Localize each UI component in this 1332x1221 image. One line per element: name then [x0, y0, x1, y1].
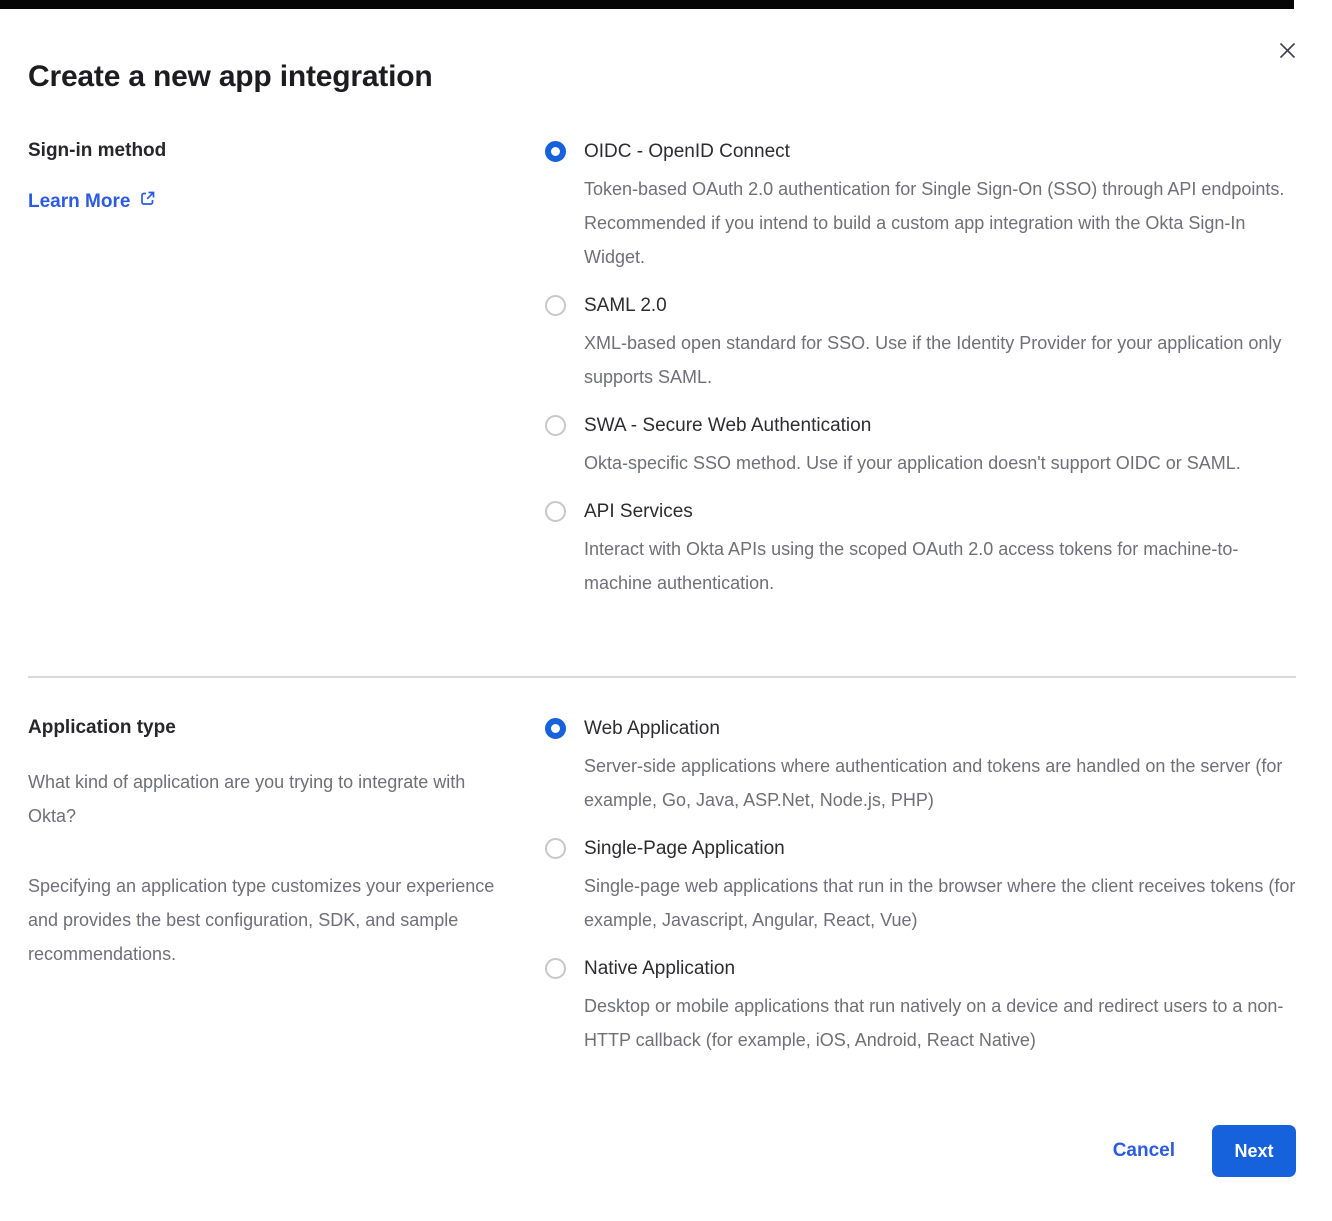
radio-unselected-icon[interactable]	[545, 295, 566, 316]
learn-more-link[interactable]: Learn More	[28, 190, 156, 213]
radio-option-swa[interactable]: SWA - Secure Web Authentication Okta-spe…	[545, 414, 1296, 480]
radio-option-description: Okta-specific SSO method. Use if your ap…	[584, 446, 1241, 480]
application-type-intro: What kind of application are you trying …	[28, 765, 506, 833]
radio-unselected-icon[interactable]	[545, 958, 566, 979]
radio-option-description: Desktop or mobile applications that run …	[584, 989, 1296, 1057]
radio-option-label[interactable]: SWA - Secure Web Authentication	[584, 414, 1241, 437]
radio-option-label[interactable]: Native Application	[584, 957, 1296, 980]
radio-option-description: Token-based OAuth 2.0 authentication for…	[584, 172, 1296, 274]
radio-option-description: XML-based open standard for SSO. Use if …	[584, 326, 1296, 394]
section-divider	[28, 676, 1296, 678]
signin-method-left-column: Sign-in method Learn More	[28, 140, 545, 620]
signin-method-section: Sign-in method Learn More OIDC - OpenID …	[28, 140, 1296, 620]
radio-option-api-services[interactable]: API Services Interact with Okta APIs usi…	[545, 500, 1296, 600]
radio-option-label[interactable]: Single-Page Application	[584, 837, 1296, 860]
application-type-options: Web Application Server-side applications…	[545, 717, 1296, 1077]
close-icon	[1279, 42, 1296, 64]
next-button[interactable]: Next	[1212, 1125, 1296, 1177]
radio-option-description: Interact with Okta APIs using the scoped…	[584, 532, 1296, 600]
radio-option-oidc[interactable]: OIDC - OpenID Connect Token-based OAuth …	[545, 140, 1296, 274]
radio-option-single-page-application[interactable]: Single-Page Application Single-page web …	[545, 837, 1296, 937]
dialog-footer: Cancel Next	[28, 1125, 1296, 1221]
external-link-icon	[139, 190, 156, 213]
application-type-section: Application type What kind of applicatio…	[28, 717, 1296, 1077]
radio-unselected-icon[interactable]	[545, 501, 566, 522]
radio-option-saml[interactable]: SAML 2.0 XML-based open standard for SSO…	[545, 294, 1296, 394]
page-title: Create a new app integration	[28, 0, 1296, 94]
radio-option-label[interactable]: OIDC - OpenID Connect	[584, 140, 1296, 163]
radio-selected-icon[interactable]	[545, 718, 566, 739]
application-type-left-column: Application type What kind of applicatio…	[28, 717, 545, 1077]
radio-option-native-application[interactable]: Native Application Desktop or mobile app…	[545, 957, 1296, 1057]
top-border-bar	[0, 0, 1294, 9]
radio-option-description: Single-page web applications that run in…	[584, 869, 1296, 937]
radio-option-label[interactable]: Web Application	[584, 717, 1296, 740]
application-type-heading: Application type	[28, 717, 545, 739]
radio-option-description: Server-side applications where authentic…	[584, 749, 1296, 817]
radio-unselected-icon[interactable]	[545, 838, 566, 859]
radio-option-web-application[interactable]: Web Application Server-side applications…	[545, 717, 1296, 817]
radio-option-label[interactable]: SAML 2.0	[584, 294, 1296, 317]
cancel-button[interactable]: Cancel	[1113, 1140, 1175, 1162]
radio-option-label[interactable]: API Services	[584, 500, 1296, 523]
signin-method-heading: Sign-in method	[28, 140, 545, 162]
radio-selected-icon[interactable]	[545, 141, 566, 162]
close-button[interactable]	[1274, 40, 1300, 66]
learn-more-label: Learn More	[28, 191, 130, 213]
application-type-note: Specifying an application type customize…	[28, 869, 506, 971]
signin-method-options: OIDC - OpenID Connect Token-based OAuth …	[545, 140, 1296, 620]
create-app-integration-dialog: Create a new app integration Sign-in met…	[0, 0, 1332, 1221]
radio-unselected-icon[interactable]	[545, 415, 566, 436]
